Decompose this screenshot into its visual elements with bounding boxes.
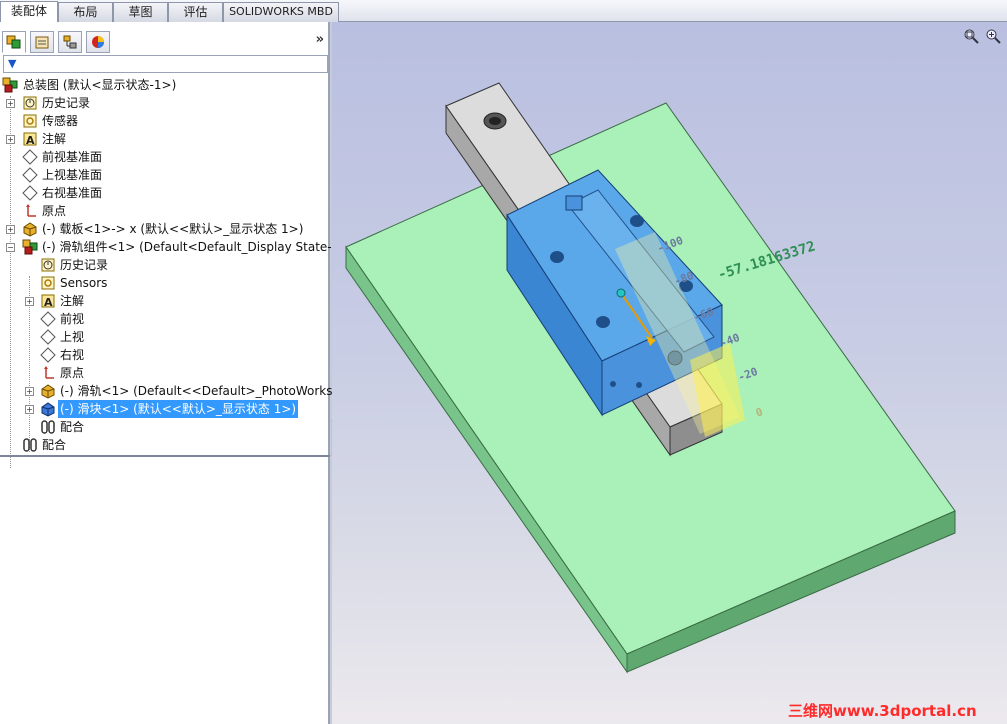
tree-item-label: 注解 <box>42 132 67 146</box>
displaymanager-icon <box>92 36 104 48</box>
mates-icon <box>41 420 55 434</box>
tree-item-label: 配合 <box>42 438 67 452</box>
tab-layout[interactable]: 布局 <box>58 2 113 22</box>
tree-item-label: 注解 <box>60 294 85 308</box>
origin-icon <box>26 204 36 217</box>
filter-bar[interactable]: ▼ <box>3 55 328 73</box>
tree-item-label: 上视 <box>60 330 85 344</box>
tree-root-label: 总装图 (默认<显示状态-1>) <box>23 78 177 92</box>
svg-text:A: A <box>44 296 53 309</box>
tree-item-label: 历史记录 <box>60 258 109 272</box>
expand-chevron[interactable]: » <box>316 32 324 47</box>
mates-icon <box>23 438 37 452</box>
funnel-icon[interactable]: ▼ <box>8 57 16 70</box>
tree-item-label: 原点 <box>60 366 85 380</box>
tab-solidworks-mbd[interactable]: SOLIDWORKS MBD <box>223 2 339 22</box>
tree-line <box>10 96 11 468</box>
configurationmanager-icon <box>63 35 77 49</box>
tab-sketch[interactable]: 草图 <box>113 2 168 22</box>
plane-icon <box>22 149 38 165</box>
propertymanager-tab[interactable] <box>30 31 54 53</box>
watermark: 三维网www.3dportal.cn <box>788 702 977 720</box>
tree-item-label: 前视 <box>60 312 85 326</box>
tree-item-label: 配合 <box>60 420 85 434</box>
tree-item-label: 原点 <box>42 204 67 218</box>
tree-item-label: 上视基准面 <box>42 168 103 182</box>
propertymanager-icon <box>35 36 49 49</box>
expand-toggle[interactable]: + <box>25 405 34 414</box>
history-icon <box>23 96 37 110</box>
assembly-icon <box>2 77 18 93</box>
featuremanager-icon <box>6 35 21 49</box>
displaymanager-tab[interactable] <box>86 31 110 53</box>
graphics-area[interactable]: -57.18163372 -100 -80 -60 -40 -20 0 <box>332 22 1007 724</box>
tab-assembly[interactable]: 装配体 <box>0 1 58 23</box>
part-icon <box>23 222 37 237</box>
plane-icon <box>22 185 38 201</box>
expand-toggle[interactable]: + <box>25 387 34 396</box>
expand-toggle[interactable]: + <box>6 99 15 108</box>
history-icon <box>41 258 55 272</box>
manager-tabs: » <box>0 28 330 54</box>
panel-divider <box>0 455 330 457</box>
collapse-toggle[interactable]: − <box>6 243 15 252</box>
plane-icon <box>40 347 56 363</box>
sensor-icon <box>23 114 37 128</box>
part-icon <box>41 384 55 399</box>
tree-item-label: (-) 载板<1>-> x (默认<<默认>_显示状态 1>) <box>42 222 304 236</box>
tree-item-label: 右视 <box>60 348 85 362</box>
tree-item-label: (-) 滑轨<1> (Default<<Default>_PhotoWorks … <box>60 384 346 398</box>
expand-toggle[interactable]: + <box>6 135 15 144</box>
tree-item-label: 右视基准面 <box>42 186 103 200</box>
feature-manager-panel: » ▼ 总装图 (默认<显示状态-1>) + 历史记录 传感器 + A 注解 前… <box>0 22 349 724</box>
tree-item-label: 前视基准面 <box>42 150 103 164</box>
part-blue-icon <box>41 402 55 417</box>
origin-icon <box>44 366 54 379</box>
expand-toggle[interactable]: + <box>25 297 34 306</box>
tree-item-label: (-) 滑轨组件<1> (Default<Default_Display Sta… <box>42 240 350 254</box>
subassembly-icon <box>22 239 38 255</box>
featuremanager-tab[interactable] <box>2 31 26 53</box>
svg-text:A: A <box>26 134 35 147</box>
tree-item-label: (-) 滑块<1> (默认<<默认>_显示状态 1>) <box>58 400 299 418</box>
model-view[interactable] <box>332 22 1007 724</box>
plane-icon <box>40 311 56 327</box>
tree-item-label: 历史记录 <box>42 96 91 110</box>
plane-icon <box>40 329 56 345</box>
plane-icon <box>22 167 38 183</box>
annotation-icon: A <box>23 132 37 147</box>
configurationmanager-tab[interactable] <box>58 31 82 53</box>
tab-evaluate[interactable]: 评估 <box>168 2 223 22</box>
tree-item-label: Sensors <box>60 276 108 290</box>
annotation-icon: A <box>41 294 55 309</box>
expand-toggle[interactable]: + <box>6 225 15 234</box>
sensor-icon <box>41 276 55 290</box>
tree-item-label: 传感器 <box>42 114 79 128</box>
command-manager-tabs: 装配体 布局 草图 评估 SOLIDWORKS MBD <box>0 0 1007 23</box>
